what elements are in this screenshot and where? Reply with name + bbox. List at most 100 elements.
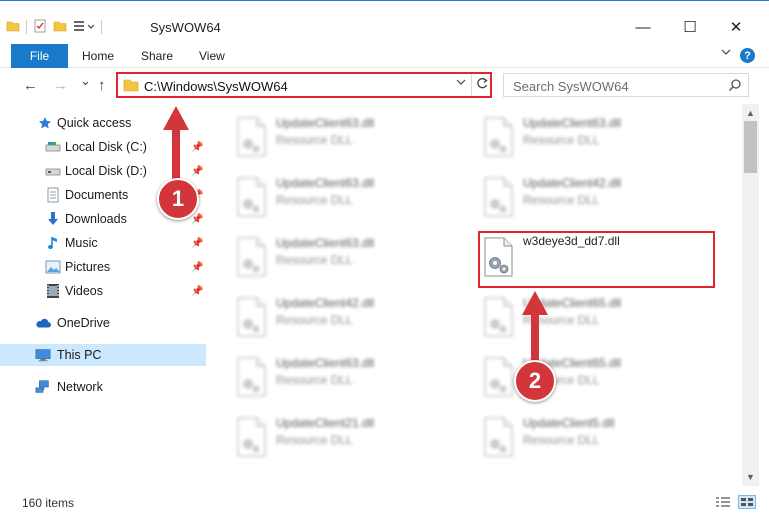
cloud-icon <box>35 315 51 331</box>
file-item[interactable]: UpdateClient5.dll Resource DLL <box>473 410 713 458</box>
dll-file-icon <box>484 417 513 457</box>
sidebar-item-network[interactable]: Network <box>0 376 206 398</box>
file-list: UpdateClient63.dll Resource DLL UpdateCl… <box>206 104 742 486</box>
toolbar-separator <box>26 20 27 34</box>
search-icon[interactable] <box>728 78 742 95</box>
sidebar-item-label: Videos <box>65 284 103 298</box>
file-item[interactable]: UpdateClient63.dll Resource DLL <box>226 170 466 218</box>
up-button[interactable]: ↑ <box>98 77 106 94</box>
maximize-button[interactable]: ☐ <box>678 15 702 39</box>
file-name: UpdateClient42.dll <box>523 176 622 190</box>
drive-icon <box>45 139 61 155</box>
back-button[interactable]: ← <box>23 77 38 94</box>
pin-icon[interactable]: 📌 <box>191 214 203 225</box>
file-type: Resource DLL <box>523 433 600 447</box>
navigation-bar: ← → ⌄ ↑ C:\Windows\SysWOW64 Search SysWO… <box>0 70 769 102</box>
minimize-button[interactable]: — <box>631 15 655 39</box>
music-icon <box>45 235 61 251</box>
sidebar-item-label: OneDrive <box>57 316 110 330</box>
file-type: Resource DLL <box>523 133 600 147</box>
sidebar-item-label: Pictures <box>65 260 111 274</box>
sidebar-item-pictures[interactable]: Pictures 📌 <box>0 256 206 278</box>
dll-file-icon <box>484 177 513 217</box>
tab-home[interactable]: Home <box>82 49 114 63</box>
recent-locations-button[interactable]: ⌄ <box>80 73 91 89</box>
picture-icon <box>45 259 61 275</box>
file-item[interactable]: UpdateClient63.dll Resource DLL <box>226 350 466 398</box>
star-icon <box>37 115 53 131</box>
new-folder-icon[interactable] <box>53 19 67 36</box>
sidebar-item-this-pc[interactable]: This PC <box>0 344 206 366</box>
sidebar-item-local-disk-c[interactable]: Local Disk (C:) 📌 <box>0 136 206 158</box>
sidebar-item-label: Local Disk (D:) <box>65 164 147 178</box>
pin-icon[interactable]: 📌 <box>191 286 203 297</box>
file-name: UpdateClient63.dll <box>276 116 375 130</box>
pin-icon[interactable]: 📌 <box>191 238 203 249</box>
file-name: UpdateClient63.dll <box>523 116 622 130</box>
file-item[interactable]: UpdateClient63.dll Resource DLL <box>226 230 466 278</box>
file-type: Resource DLL <box>276 193 353 207</box>
tab-share[interactable]: Share <box>141 49 173 63</box>
sidebar-item-quick-access[interactable]: Quick access <box>0 112 206 134</box>
large-icons-view-icon[interactable] <box>738 495 756 509</box>
step-1-badge: 1 <box>157 178 199 220</box>
scroll-down-icon[interactable]: ▼ <box>742 470 759 484</box>
sidebar-item-label: Local Disk (C:) <box>65 140 147 154</box>
sidebar-item-music[interactable]: Music 📌 <box>0 232 206 254</box>
sidebar-item-label: This PC <box>57 348 102 362</box>
dll-file-icon <box>237 237 266 277</box>
item-count: 160 items <box>22 496 75 510</box>
sidebar-item-onedrive[interactable]: OneDrive <box>0 312 206 334</box>
pin-icon[interactable]: 📌 <box>191 142 203 153</box>
file-item[interactable]: UpdateClient42.dll Resource DLL <box>473 170 713 218</box>
file-type: Resource DLL <box>276 373 353 387</box>
search-input[interactable]: Search SysWOW64 <box>513 79 629 94</box>
expand-ribbon-icon[interactable] <box>720 46 732 61</box>
step-2-badge: 2 <box>514 360 556 402</box>
file-item[interactable]: UpdateClient63.dll Resource DLL <box>226 110 466 158</box>
sidebar-item-label: Documents <box>65 188 129 202</box>
file-item[interactable]: UpdateClient65.dll Resource DLL <box>473 350 713 398</box>
dll-file-icon <box>237 117 266 157</box>
pin-icon[interactable]: 📌 <box>191 166 203 177</box>
scroll-up-icon[interactable]: ▲ <box>742 106 759 120</box>
file-name: UpdateClient63.dll <box>276 356 375 370</box>
sidebar-item-videos[interactable]: Videos 📌 <box>0 280 206 302</box>
file-type: Resource DLL <box>276 253 353 267</box>
search-box[interactable]: Search SysWOW64 <box>503 73 749 97</box>
properties-icon[interactable] <box>33 19 47 36</box>
dll-file-icon <box>237 297 266 337</box>
address-path[interactable]: C:\Windows\SysWOW64 <box>144 79 288 94</box>
file-name: UpdateClient21.dll <box>276 416 375 430</box>
file-item[interactable]: UpdateClient63.dll Resource DLL <box>473 110 713 158</box>
vertical-scrollbar[interactable]: ▲ ▼ <box>742 104 759 486</box>
address-dropdown-icon[interactable] <box>456 77 466 90</box>
toolbar-separator <box>101 20 102 34</box>
pin-icon[interactable]: 📌 <box>191 262 203 273</box>
target-file-highlight <box>478 231 715 288</box>
window-title: SysWOW64 <box>150 20 221 35</box>
file-name: UpdateClient63.dll <box>276 236 375 250</box>
scroll-thumb[interactable] <box>744 121 757 173</box>
navigation-pane: Quick access Local Disk (C:) 📌 Local Dis… <box>0 108 206 484</box>
file-item[interactable]: UpdateClient21.dll Resource DLL <box>226 410 466 458</box>
address-bar[interactable]: C:\Windows\SysWOW64 <box>116 72 492 98</box>
close-button[interactable]: ✕ <box>724 15 748 39</box>
forward-button[interactable]: → <box>53 77 68 94</box>
file-item[interactable]: UpdateClient42.dll Resource DLL <box>226 290 466 338</box>
file-type: Resource DLL <box>276 433 353 447</box>
quick-access-toolbar <box>6 17 102 37</box>
tab-view[interactable]: View <box>199 49 225 63</box>
help-icon[interactable]: ? <box>740 48 755 63</box>
file-item[interactable]: UpdateClient65.dll Resource DLL <box>473 290 713 338</box>
file-name: UpdateClient63.dll <box>276 176 375 190</box>
sidebar-item-label: Network <box>57 380 103 394</box>
file-name: UpdateClient42.dll <box>276 296 375 310</box>
customize-toolbar-icon[interactable] <box>73 19 95 36</box>
file-name: UpdateClient65.dll <box>523 296 622 310</box>
details-view-icon[interactable] <box>714 495 732 509</box>
tab-file[interactable]: File <box>11 44 68 68</box>
refresh-icon[interactable] <box>475 76 489 93</box>
dll-file-icon <box>237 417 266 457</box>
dll-file-icon <box>237 357 266 397</box>
